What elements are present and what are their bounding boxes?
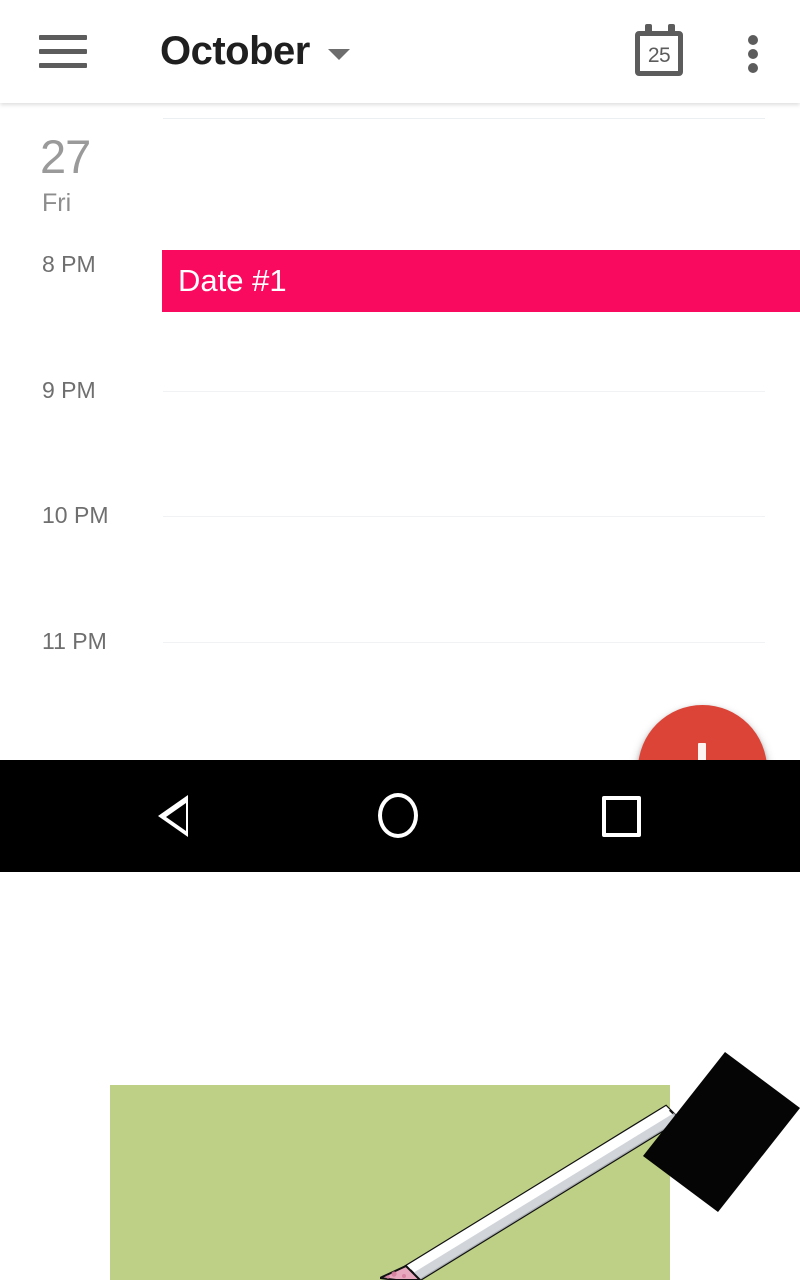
hamburger-bar-1 <box>39 35 87 40</box>
calendar-today-icon[interactable]: 25 <box>628 18 694 84</box>
nav-back-icon[interactable] <box>120 760 240 872</box>
hour-label-10pm: 10 PM <box>42 502 109 528</box>
chevron-down-icon <box>327 48 350 60</box>
hamburger-bar-2 <box>39 49 87 54</box>
page-title: October <box>160 29 310 73</box>
overflow-dot-1 <box>748 35 758 45</box>
hamburger-menu-icon[interactable] <box>32 22 94 80</box>
hour-label-8pm: 8 PM <box>42 251 96 277</box>
eyedropper-illustration <box>380 1052 800 1280</box>
hour-line-9pm <box>163 391 765 392</box>
home-circle <box>378 793 418 838</box>
add-event-fab[interactable] <box>638 705 767 760</box>
calendar-event-block[interactable]: Date #1 <box>162 250 800 312</box>
day-header-divider <box>163 118 765 119</box>
month-selector-dropdown[interactable]: October <box>160 18 350 84</box>
pipette-glass <box>404 1104 682 1280</box>
hamburger-bar-3 <box>39 63 87 68</box>
overflow-dot-3 <box>748 63 758 73</box>
nav-recent-apps-icon[interactable] <box>562 760 682 872</box>
app-bar: October 25 <box>0 0 800 103</box>
plus-icon-vertical <box>698 743 706 760</box>
hour-label-9pm: 9 PM <box>42 377 96 403</box>
android-navigation-bar <box>0 760 800 872</box>
day-weekday: Fri <box>42 189 72 217</box>
recent-square <box>602 796 641 837</box>
back-triangle-cutout <box>166 803 186 831</box>
today-date-number: 25 <box>647 43 671 67</box>
calendar-event-title: Date #1 <box>178 263 287 298</box>
day-number: 27 <box>40 130 91 183</box>
illustration-panel <box>0 872 800 1280</box>
more-vertical-icon[interactable] <box>726 18 780 84</box>
nav-home-icon[interactable] <box>340 760 460 872</box>
pipette-rubber-bulb <box>643 1052 800 1212</box>
calendar-inner: 25 <box>641 40 677 70</box>
phone-screen: October 25 27 Fri 8 PM 9 PM 10 PM 11 PM … <box>0 0 800 1280</box>
hour-label-11pm: 11 PM <box>42 628 107 654</box>
hour-line-11pm <box>163 642 765 643</box>
day-view-grid[interactable]: 27 Fri 8 PM 9 PM 10 PM 11 PM Date #1 <box>0 103 800 760</box>
overflow-dot-2 <box>748 49 758 59</box>
hour-line-10pm <box>163 516 765 517</box>
